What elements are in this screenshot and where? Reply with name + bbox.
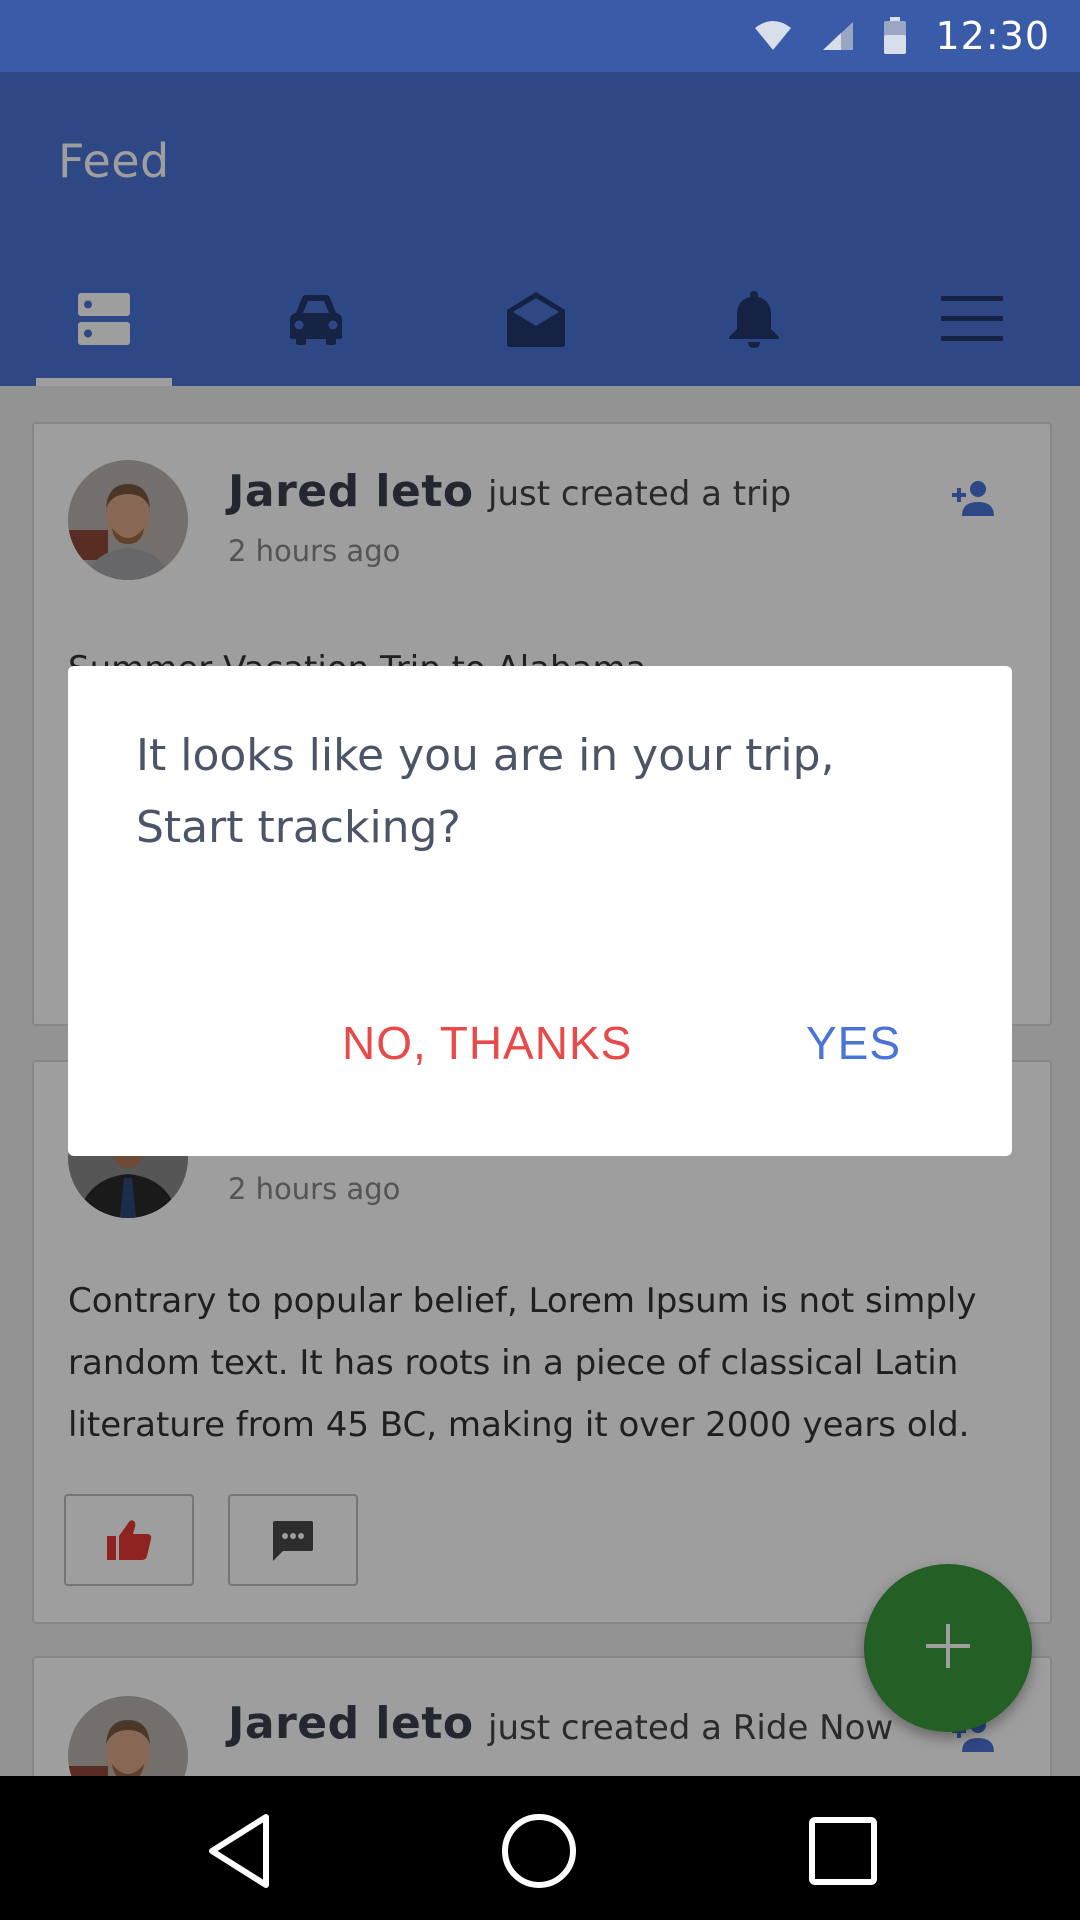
recents-button[interactable]	[798, 1806, 888, 1896]
home-button[interactable]	[494, 1806, 584, 1896]
battery-icon	[883, 17, 907, 55]
status-time: 12:30	[935, 14, 1050, 58]
start-tracking-dialog: It looks like you are in your trip, Star…	[68, 666, 1012, 1156]
navigation-bar	[0, 1776, 1080, 1920]
back-triangle-icon	[204, 1811, 274, 1891]
back-button[interactable]	[194, 1806, 284, 1896]
yes-button[interactable]: YES	[806, 1016, 901, 1070]
cell-signal-icon	[821, 20, 855, 52]
dialog-message: It looks like you are in your trip, Star…	[136, 730, 835, 853]
screen: Feed Jared leto just created a trip 2 ho…	[0, 0, 1080, 1920]
recents-square-icon	[808, 1816, 878, 1886]
no-thanks-button[interactable]: NO, THANKS	[342, 1016, 632, 1070]
home-circle-icon	[500, 1812, 578, 1890]
wifi-icon	[753, 20, 793, 52]
status-bar: 12:30	[0, 0, 1080, 72]
